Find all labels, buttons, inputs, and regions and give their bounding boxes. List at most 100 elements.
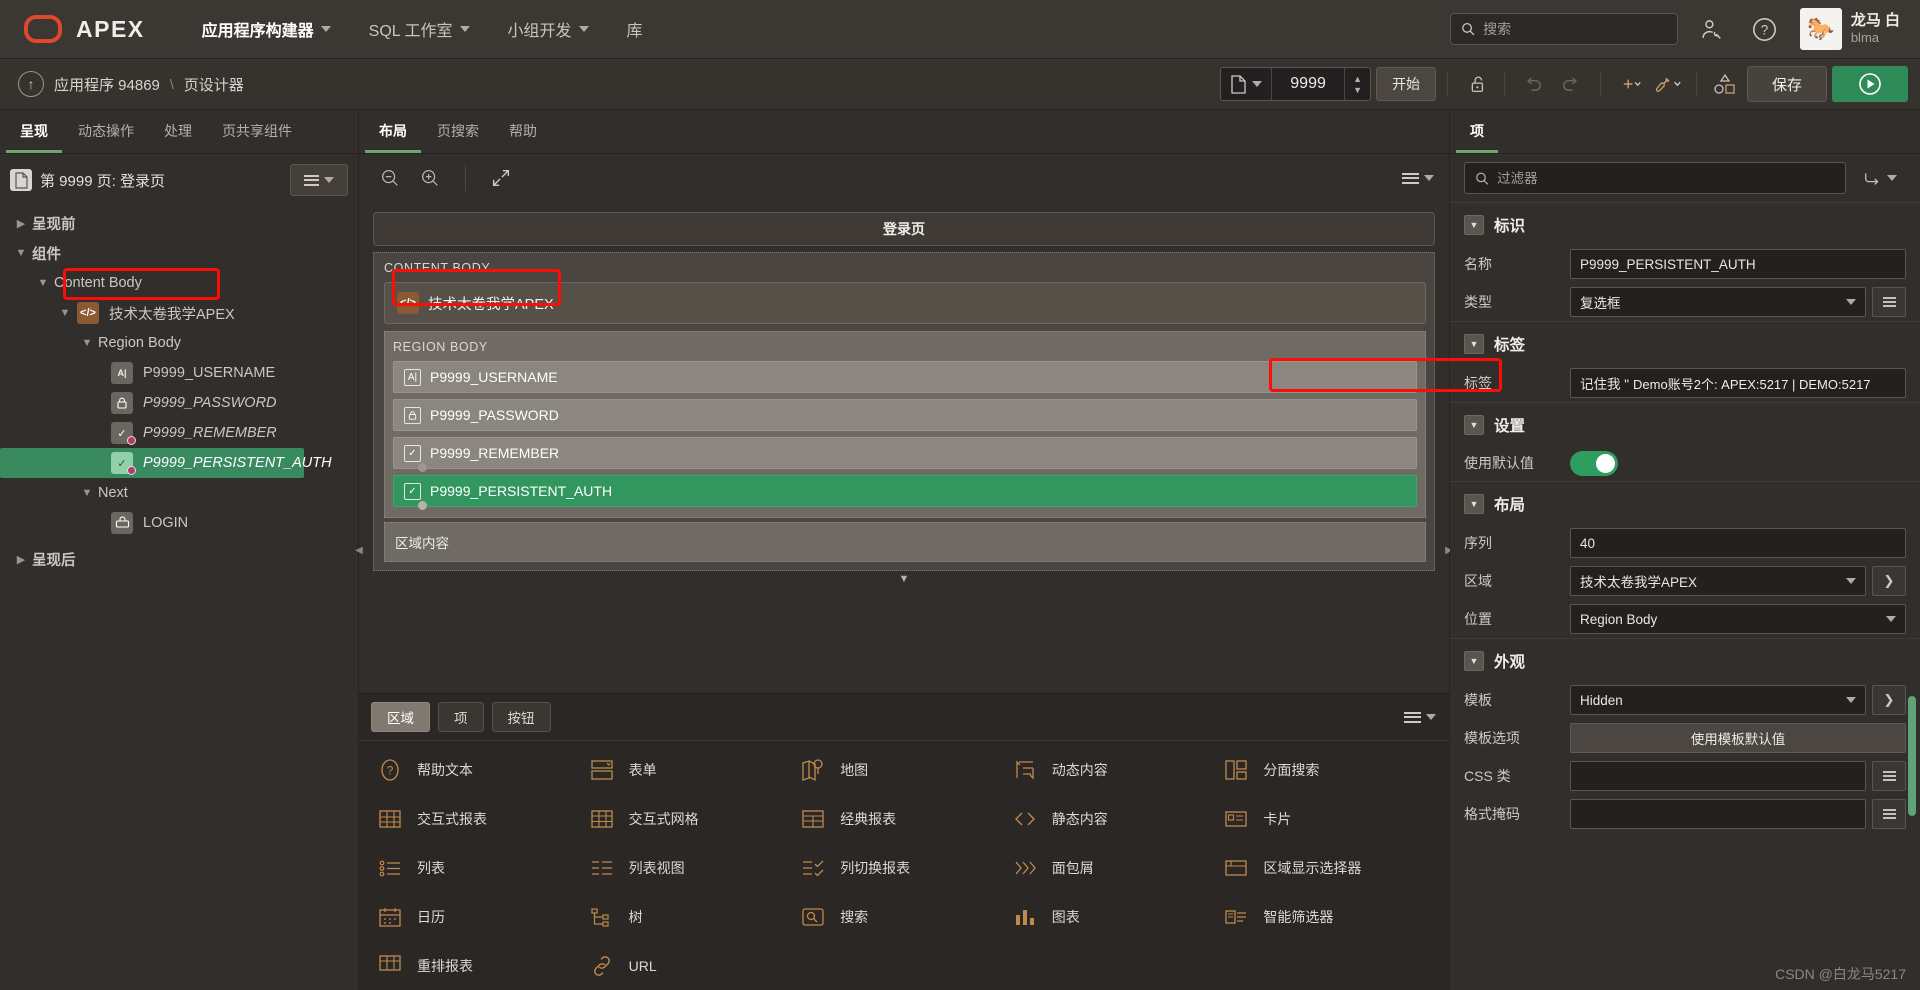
tree-node-item-persistent-auth[interactable]: ✓ P9999_PERSISTENT_AUTH — [0, 448, 332, 478]
gallery-item-list-view[interactable]: 列表视图 — [587, 843, 799, 892]
region-body-zone[interactable]: REGION BODY A| P9999_USERNAME P9999_PASS… — [384, 331, 1426, 518]
gallery-item-cards[interactable]: 卡片 — [1221, 794, 1433, 843]
layout-menu-button[interactable] — [1401, 161, 1435, 195]
use-default-value-toggle[interactable] — [1570, 450, 1618, 476]
gallery-tab-buttons[interactable]: 按钮 — [491, 702, 551, 732]
tree-node-pre-rendering[interactable]: ▶ 呈现前 — [0, 208, 358, 238]
position-select[interactable]: Region Body — [1570, 604, 1906, 634]
shapes-button[interactable] — [1708, 67, 1742, 101]
sequence-input[interactable]: 40 — [1570, 528, 1906, 558]
property-group-appearance[interactable]: ▼ 外观 — [1450, 638, 1920, 681]
canvas-item-username[interactable]: A| P9999_USERNAME — [393, 361, 1417, 393]
label-input[interactable]: 记住我 " Demo账号2个: APEX:5217 | DEMO:5217 — [1570, 368, 1906, 398]
gallery-item-chart[interactable]: 图表 — [1010, 892, 1222, 941]
tree-node-region-body[interactable]: ▼ Region Body — [0, 328, 358, 358]
chevron-down-icon[interactable]: ▼ — [32, 277, 54, 289]
tab-item-properties[interactable]: 项 — [1456, 112, 1498, 153]
gallery-item-dynamic-content[interactable]: 动态内容 — [1010, 745, 1222, 794]
gallery-item-region-display-selector[interactable]: 区域显示选择器 — [1221, 843, 1433, 892]
tab-processing[interactable]: 处理 — [150, 112, 206, 153]
search-input[interactable] — [1483, 21, 1667, 37]
name-input[interactable]: P9999_PERSISTENT_AUTH — [1570, 249, 1906, 279]
gallery-item-classic-report[interactable]: 经典报表 — [798, 794, 1010, 843]
format-mask-input[interactable] — [1570, 799, 1866, 829]
up-arrow-circle-icon[interactable]: ↑ — [18, 71, 44, 97]
chevron-down-icon[interactable]: ▼ — [1464, 215, 1484, 235]
tab-layout[interactable]: 布局 — [365, 112, 421, 153]
tab-page-shared-components[interactable]: 页共享组件 — [208, 112, 306, 153]
template-goto-button[interactable]: ❯ — [1872, 685, 1906, 715]
gallery-tab-items[interactable]: 项 — [438, 702, 484, 732]
user-menu[interactable]: 🐎 龙马 白 blma — [1799, 8, 1906, 50]
gallery-item-help-text[interactable]: ? 帮助文本 — [375, 745, 587, 794]
tab-dynamic-actions[interactable]: 动态操作 — [64, 112, 148, 153]
chevron-down-icon[interactable]: ▼ — [54, 307, 76, 319]
undo-button[interactable] — [1516, 67, 1550, 101]
page-number-stepper[interactable]: ▲ ▼ — [1344, 68, 1370, 100]
gallery-item-interactive-report[interactable]: 交互式报表 — [375, 794, 587, 843]
zoom-out-button[interactable] — [373, 161, 407, 195]
property-group-label[interactable]: ▼ 标签 — [1450, 321, 1920, 364]
property-group-settings[interactable]: ▼ 设置 — [1450, 402, 1920, 445]
global-search[interactable] — [1449, 13, 1678, 45]
gallery-menu-button[interactable] — [1403, 700, 1437, 734]
gallery-item-list[interactable]: 列表 — [375, 843, 587, 892]
gallery-tab-regions[interactable]: 区域 — [371, 702, 430, 732]
tree-menu-button[interactable] — [290, 164, 348, 196]
tab-rendering[interactable]: 呈现 — [6, 112, 62, 153]
zoom-in-button[interactable] — [413, 161, 447, 195]
account-menu-button[interactable] — [1696, 12, 1730, 46]
chevron-down-icon[interactable]: ▼ — [1464, 334, 1484, 354]
property-scrollbar[interactable] — [1908, 156, 1918, 986]
nav-item-gallery[interactable]: 库 — [608, 7, 662, 51]
expand-button[interactable] — [484, 161, 518, 195]
format-mask-list-button[interactable] — [1872, 799, 1906, 829]
save-button[interactable]: 保存 — [1746, 66, 1827, 102]
css-classes-list-button[interactable] — [1872, 761, 1906, 791]
tab-page-search[interactable]: 页搜索 — [423, 112, 493, 153]
property-filter[interactable] — [1464, 162, 1846, 194]
gallery-item-static-content[interactable]: 静态内容 — [1010, 794, 1222, 843]
property-group-identification[interactable]: ▼ 标识 — [1450, 202, 1920, 245]
gallery-item-search[interactable]: 搜索 — [798, 892, 1010, 941]
chevron-down-icon[interactable]: ▼ — [1464, 651, 1484, 671]
region-goto-button[interactable]: ❯ — [1872, 566, 1906, 596]
canvas-item-persistent-auth[interactable]: ✓ P9999_PERSISTENT_AUTH — [393, 475, 1417, 510]
gallery-item-url[interactable]: URL — [587, 941, 799, 990]
page-selector-button[interactable] — [1221, 68, 1273, 100]
tree-node-item-password[interactable]: P9999_PASSWORD — [0, 388, 358, 418]
chevron-down-icon[interactable]: ▼ — [1464, 415, 1484, 435]
center-left-splitter[interactable]: ◀ — [354, 110, 364, 990]
type-list-button[interactable] — [1872, 287, 1906, 317]
canvas-page-title[interactable]: 登录页 — [373, 212, 1435, 246]
chevron-down-icon[interactable]: ▼ — [76, 487, 98, 499]
region-content-zone[interactable]: 区域内容 — [384, 522, 1426, 562]
redo-button[interactable] — [1555, 67, 1589, 101]
property-scrollbar-thumb[interactable] — [1908, 696, 1916, 816]
tree-node-components[interactable]: ▼ 组件 — [0, 238, 358, 268]
page-number-value[interactable]: 9999 — [1272, 75, 1344, 93]
breadcrumb-application[interactable]: 应用程序 94869 — [54, 74, 160, 95]
gallery-item-tree[interactable]: 树 — [587, 892, 799, 941]
canvas-item-password[interactable]: P9999_PASSWORD — [393, 399, 1417, 431]
canvas-region-header[interactable]: </> 技术太卷我学APEX — [384, 282, 1426, 324]
gallery-item-breadcrumb[interactable]: 面包屑 — [1010, 843, 1222, 892]
tree-node-item-remember[interactable]: ✓ P9999_REMEMBER — [0, 418, 358, 448]
tree-node-content-body[interactable]: ▼ Content Body — [0, 268, 358, 298]
chevron-down-icon[interactable]: ▼ — [1464, 494, 1484, 514]
expand-collapse-all-button[interactable] — [1854, 162, 1906, 194]
nav-item-app-builder[interactable]: 应用程序构建器 — [183, 7, 350, 51]
chevron-right-icon[interactable]: ▶ — [10, 553, 32, 566]
canvas-collapse-button[interactable]: ▼ — [373, 571, 1435, 589]
nav-item-sql-workshop[interactable]: SQL 工作室 — [350, 7, 489, 51]
add-component-button[interactable] — [1612, 67, 1646, 101]
gallery-item-smart-filter[interactable]: 智能筛选器 — [1221, 892, 1433, 941]
tree-node-button-login[interactable]: LOGIN — [0, 508, 358, 538]
property-filter-input[interactable] — [1497, 170, 1835, 186]
chevron-down-icon[interactable]: ▼ — [76, 337, 98, 349]
run-page-button[interactable] — [1832, 66, 1908, 102]
gallery-item-map[interactable]: 地图 — [798, 745, 1010, 794]
gallery-item-reflow-report[interactable]: 重排报表 — [375, 941, 587, 990]
gallery-item-interactive-grid[interactable]: 交互式网格 — [587, 794, 799, 843]
tree-node-item-username[interactable]: A| P9999_USERNAME — [0, 358, 358, 388]
